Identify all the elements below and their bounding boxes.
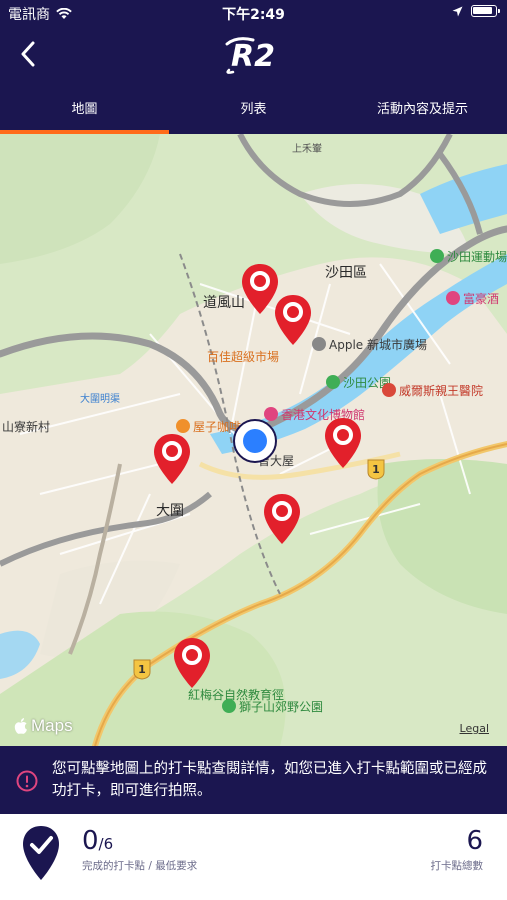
checkin-pin[interactable] (262, 492, 302, 546)
svg-text:1: 1 (138, 663, 146, 676)
completed-count: 0/6 (82, 826, 113, 856)
park-icon (326, 375, 340, 389)
location-arrow-icon (452, 6, 463, 16)
tab-list[interactable]: 列表 (169, 84, 338, 134)
tab-list-label: 列表 (240, 101, 267, 117)
apple-store-icon (312, 337, 326, 351)
sports-ground-icon (430, 249, 444, 263)
tab-map[interactable]: 地圖 (0, 84, 169, 134)
nav-bar: R2 (0, 26, 507, 84)
progress-panel: 0/6 完成的打卡點 / 最低要求 6 打卡點總數 (0, 814, 507, 900)
checkin-pin[interactable] (273, 293, 313, 347)
status-right (452, 5, 500, 17)
status-time: 下午2:49 (222, 7, 285, 23)
map-label-apple: Apple 新城市廣場 (312, 336, 427, 353)
check-pin-icon (23, 826, 59, 880)
map-view[interactable]: 沙田區 道風山 百佳超級市場 Apple 新城市廣場 沙田公園 香港文化博物館 … (0, 134, 507, 746)
map-label-tofungshan: 道風山 (203, 295, 245, 311)
map-label-shan-village: 山寮新村 (2, 420, 51, 434)
map-label-sheung-wo-che: 上禾輋 (292, 144, 322, 155)
map-label-lion-rock-park: 獅子山郊野公園 (222, 698, 323, 715)
tab-event-info[interactable]: 活動內容及提示 (338, 84, 507, 134)
svg-text:1: 1 (372, 463, 380, 476)
hotel-icon (446, 291, 460, 305)
checkin-pin[interactable] (172, 636, 212, 690)
completed-number: 0 (82, 826, 99, 856)
status-bar: 電訊商 下午2:49 (0, 0, 507, 26)
map-label-shatin-sports: 沙田運動場 (430, 248, 507, 265)
chevron-left-icon (21, 41, 35, 67)
info-text: 您可點擊地圖上的打卡點查閱詳情，如您已進入打卡點範圍或已經成功打卡，即可進行拍照… (52, 761, 487, 799)
route-shield-1-west: 1 (133, 659, 151, 680)
user-location-marker[interactable] (232, 418, 278, 464)
route-shield-1-east: 1 (367, 459, 385, 480)
map-label-shatin-district: 沙田區 (325, 265, 367, 281)
map-label-tai-wai: 大圍 (156, 503, 184, 519)
tab-map-label: 地圖 (71, 101, 98, 117)
total-count: 6 (466, 826, 483, 856)
apple-maps-logo: Maps (14, 716, 73, 736)
maps-logo-text: Maps (31, 716, 73, 735)
hospital-icon (382, 383, 396, 397)
tab-event-info-label: 活動內容及提示 (376, 101, 468, 117)
apple-logo-icon (14, 718, 27, 734)
map-label-park-n-shop: 百佳超級市場 (207, 350, 280, 364)
checkin-pin[interactable] (152, 432, 192, 486)
info-alert-icon (16, 770, 38, 792)
app: 電訊商 下午2:49 R2 地圖 列表 活動內容及提示 沙田區 道風山 百佳超級… (0, 0, 507, 900)
logo-text: R2 (231, 39, 275, 74)
battery-icon (471, 5, 500, 17)
checkin-pin[interactable] (323, 416, 363, 470)
total-caption: 打卡點總數 (430, 860, 484, 872)
back-button[interactable] (8, 34, 48, 74)
tab-bar: 地圖 列表 活動內容及提示 (0, 84, 507, 134)
map-label-mei-lam: 大圍明渠 (80, 394, 120, 405)
legal-link[interactable]: Legal (460, 722, 489, 735)
cafe-icon (176, 419, 190, 433)
map-label-regal-hotel: 富豪酒 (446, 290, 499, 307)
map-label-prince-of-wales: 威爾斯親王醫院 (382, 382, 483, 399)
r2-logo: R2 (225, 37, 275, 74)
required-number: /6 (98, 835, 114, 853)
country-park-icon (222, 699, 236, 713)
completed-caption: 完成的打卡點 / 最低要求 (82, 860, 198, 872)
info-banner: 您可點擊地圖上的打卡點查閱詳情，如您已進入打卡點範圍或已經成功打卡，即可進行拍照… (0, 746, 507, 814)
